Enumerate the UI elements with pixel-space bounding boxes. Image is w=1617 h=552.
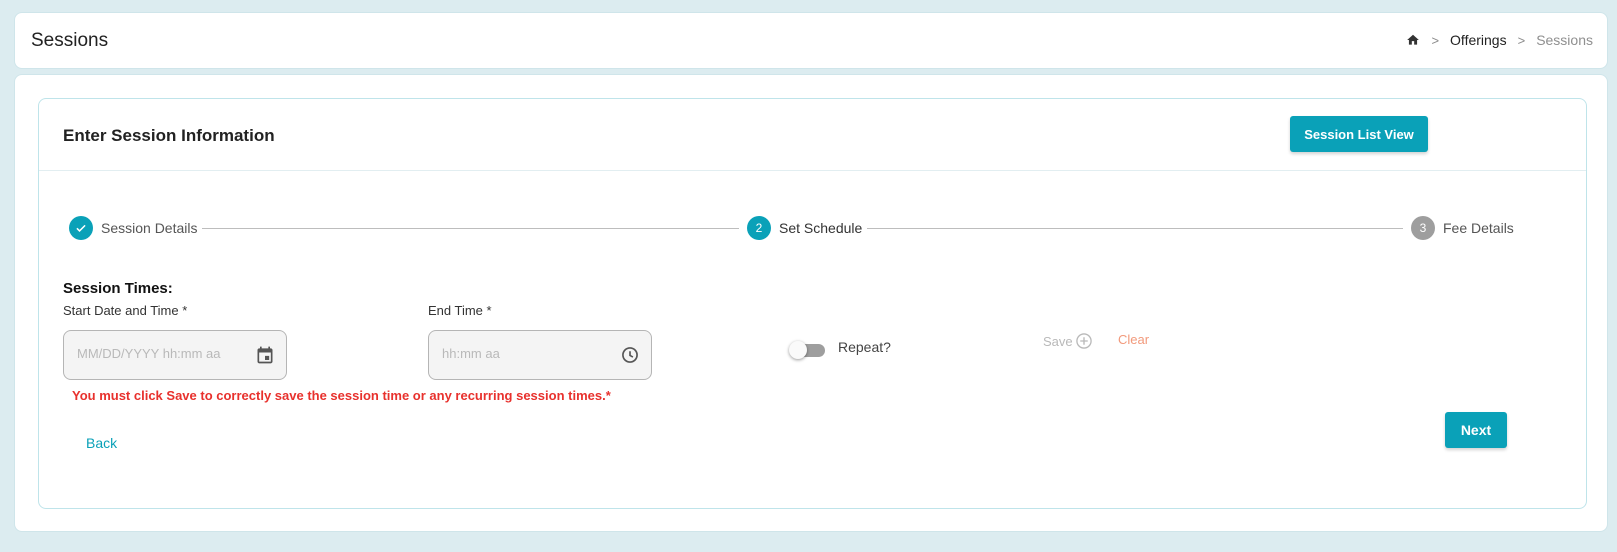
- check-icon: [69, 216, 93, 240]
- step-label: Set Schedule: [779, 220, 863, 236]
- step-session-details[interactable]: Session Details: [69, 216, 198, 240]
- step-label: Fee Details: [1443, 220, 1514, 236]
- end-time-label: End Time *: [428, 303, 492, 318]
- stepper-connector: [202, 228, 739, 229]
- clear-button[interactable]: Clear: [1118, 332, 1149, 347]
- step-set-schedule[interactable]: 2 Set Schedule: [747, 216, 862, 240]
- session-info-card: Enter Session Information Session List V…: [38, 98, 1587, 509]
- back-button[interactable]: Back: [86, 435, 117, 451]
- card-title: Enter Session Information: [63, 126, 275, 145]
- save-button[interactable]: Save: [1043, 331, 1094, 351]
- save-label: Save: [1043, 333, 1073, 349]
- repeat-label: Repeat?: [838, 339, 891, 355]
- stepper: Session Details 2 Set Schedule 3 Fee Det…: [69, 216, 1514, 240]
- toggle-thumb: [789, 341, 807, 359]
- top-bar: Sessions > Offerings > Sessions: [14, 12, 1608, 69]
- breadcrumb-separator: >: [1431, 32, 1440, 48]
- next-button[interactable]: Next: [1445, 412, 1507, 448]
- session-list-view-button[interactable]: Session List View: [1290, 116, 1428, 152]
- clock-icon[interactable]: [620, 345, 640, 365]
- calendar-icon[interactable]: [255, 345, 275, 365]
- breadcrumb-offerings[interactable]: Offerings: [1450, 32, 1507, 48]
- end-time-input[interactable]: [442, 346, 612, 361]
- breadcrumb-sessions: Sessions: [1536, 32, 1593, 48]
- step-label: Session Details: [101, 220, 198, 236]
- start-date-field[interactable]: [63, 330, 287, 380]
- save-warning-message: You must click Save to correctly save th…: [72, 388, 611, 403]
- page-title: Sessions: [31, 30, 109, 51]
- repeat-toggle[interactable]: [789, 340, 829, 360]
- breadcrumb-separator: >: [1517, 32, 1526, 48]
- home-icon[interactable]: [1406, 33, 1420, 47]
- start-date-label: Start Date and Time *: [63, 303, 188, 318]
- start-date-input[interactable]: [77, 346, 247, 361]
- plus-circle-icon: [1075, 333, 1092, 349]
- step-number: 2: [747, 216, 771, 240]
- step-number: 3: [1411, 216, 1435, 240]
- card-header: Enter Session Information Session List V…: [39, 99, 1586, 171]
- step-fee-details[interactable]: 3 Fee Details: [1411, 216, 1514, 240]
- end-time-field[interactable]: [428, 330, 652, 380]
- main-panel: Enter Session Information Session List V…: [14, 74, 1608, 532]
- breadcrumb: > Offerings > Sessions: [1406, 32, 1593, 48]
- session-times-title: Session Times:: [63, 280, 173, 297]
- stepper-connector: [867, 228, 1403, 229]
